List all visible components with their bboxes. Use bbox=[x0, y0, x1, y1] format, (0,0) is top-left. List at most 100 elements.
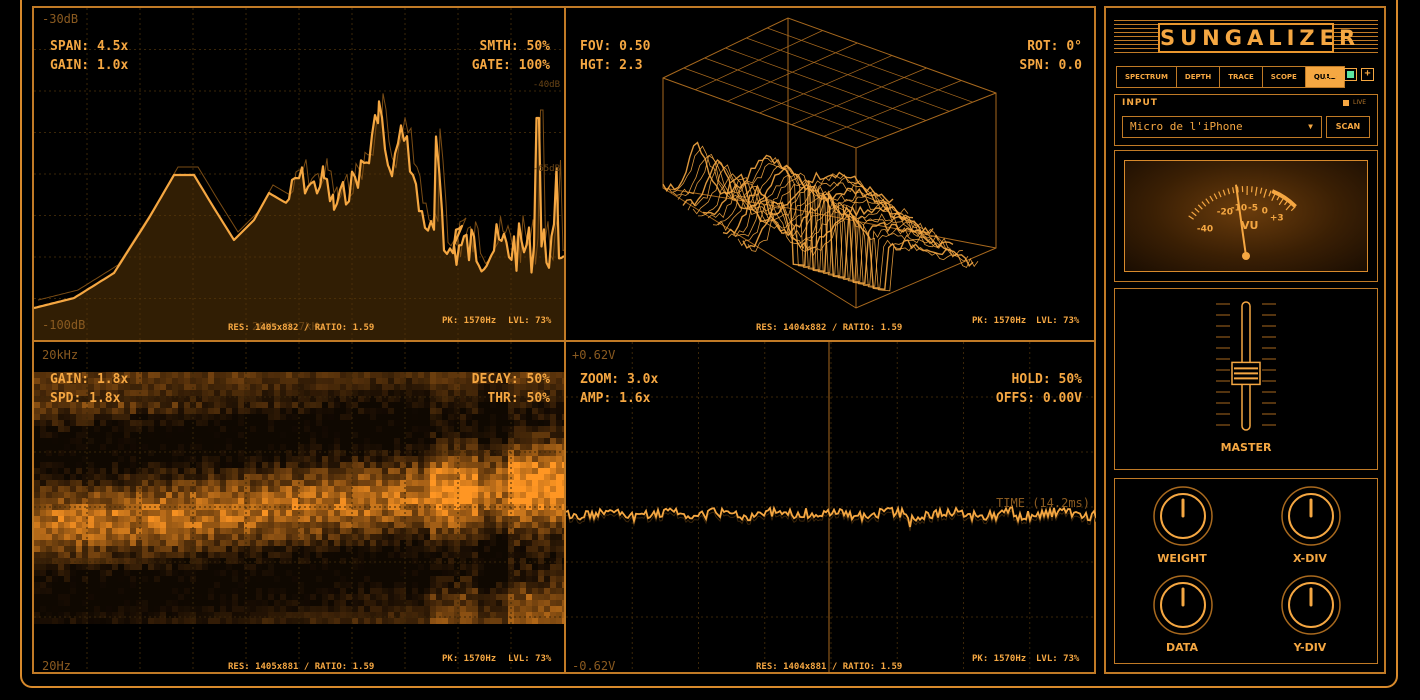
trace-cell bbox=[274, 552, 280, 558]
trace-cell bbox=[310, 534, 316, 540]
trace-cell bbox=[424, 570, 430, 576]
trace-cell bbox=[442, 384, 448, 390]
input-device-select[interactable]: Micro de l'iPhone ▼ bbox=[1122, 116, 1322, 138]
master-fader[interactable] bbox=[1206, 298, 1286, 438]
trace-cell bbox=[346, 540, 352, 546]
trace-cell bbox=[208, 384, 214, 390]
depth-rot: ROT: 0° bbox=[1027, 39, 1082, 54]
trace-cell bbox=[226, 444, 232, 450]
trace-cell bbox=[262, 390, 268, 396]
tab-depth[interactable]: DEPTH bbox=[1177, 67, 1221, 87]
y-div-knob[interactable] bbox=[1280, 574, 1342, 636]
trace-cell bbox=[238, 516, 244, 522]
trace-cell bbox=[556, 456, 562, 462]
trace-cell bbox=[148, 606, 154, 612]
scope-amp: AMP: 1.6x bbox=[580, 391, 651, 406]
weight-knob[interactable] bbox=[1152, 485, 1214, 547]
trace-cell bbox=[544, 408, 550, 414]
trace-cell bbox=[316, 606, 322, 612]
trace-cell bbox=[322, 492, 328, 498]
trace-cell bbox=[40, 474, 46, 480]
trace-cell bbox=[70, 606, 76, 612]
trace-cell bbox=[112, 564, 118, 570]
trace-cell bbox=[214, 414, 220, 420]
trace-cell bbox=[418, 384, 424, 390]
trace-cell bbox=[412, 444, 418, 450]
trace-cell bbox=[124, 528, 130, 534]
trace-cell bbox=[484, 414, 490, 420]
trace-cell bbox=[160, 420, 166, 426]
trace-cell bbox=[418, 528, 424, 534]
trace-cell bbox=[184, 450, 190, 456]
trace-cell bbox=[532, 414, 538, 420]
trace-cell bbox=[106, 414, 112, 420]
trace-cell bbox=[232, 594, 238, 600]
trace-cell bbox=[268, 468, 274, 474]
trace-cell bbox=[208, 528, 214, 534]
trace-cell bbox=[154, 540, 160, 546]
trace-cell bbox=[466, 402, 472, 408]
trace-cell bbox=[424, 378, 430, 384]
trace-cell bbox=[160, 546, 166, 552]
trace-cell bbox=[292, 426, 298, 432]
trace-cell bbox=[280, 528, 286, 534]
trace-cell bbox=[166, 450, 172, 456]
trace-cell bbox=[310, 378, 316, 384]
spectrum-pane[interactable]: -30dB -100dB SPAN: 4.5x GAIN: 1.0x SMTH:… bbox=[34, 8, 564, 340]
trace-cell bbox=[142, 372, 148, 378]
color-swatch-orange[interactable] bbox=[1326, 68, 1339, 81]
x-div-knob[interactable] bbox=[1280, 485, 1342, 547]
trace-cell bbox=[286, 552, 292, 558]
tab-trace[interactable]: TRACE bbox=[1220, 67, 1263, 87]
color-swatch-green[interactable] bbox=[1344, 68, 1357, 81]
trace-cell bbox=[172, 552, 178, 558]
add-color-button[interactable]: + bbox=[1361, 68, 1374, 81]
vu-tick bbox=[1197, 204, 1203, 210]
trace-cell bbox=[148, 594, 154, 600]
trace-cell bbox=[250, 384, 256, 390]
data-knob[interactable] bbox=[1152, 574, 1214, 636]
trace-cell bbox=[316, 600, 322, 606]
trace-cell bbox=[520, 480, 526, 486]
trace-cell bbox=[70, 474, 76, 480]
vu-tick bbox=[1213, 193, 1218, 200]
trace-cell bbox=[196, 456, 202, 462]
trace-cell bbox=[364, 456, 370, 462]
trace-cell bbox=[502, 510, 508, 516]
trace-cell bbox=[100, 426, 106, 432]
vu-tick bbox=[1254, 186, 1258, 196]
trace-bottom-freq: 20Hz bbox=[42, 659, 71, 673]
tab-spectrum[interactable]: SPECTRUM bbox=[1117, 67, 1177, 87]
trace-cell bbox=[76, 486, 82, 492]
live-label: LIVE bbox=[1353, 99, 1367, 106]
scan-button[interactable]: SCAN bbox=[1326, 116, 1370, 138]
trace-cell bbox=[262, 426, 268, 432]
trace-cell bbox=[382, 570, 388, 576]
trace-cell bbox=[502, 540, 508, 546]
trace-cell bbox=[424, 408, 430, 414]
trace-cell bbox=[214, 594, 220, 600]
trace-cell bbox=[556, 384, 562, 390]
trace-cell bbox=[226, 486, 232, 492]
trace-cell bbox=[178, 540, 184, 546]
trace-cell bbox=[382, 582, 388, 588]
trace-cell bbox=[160, 438, 166, 444]
scope-pane[interactable]: +0.62V -0.62V ZOOM: 3.0x AMP: 1.6x HOLD:… bbox=[566, 342, 1096, 674]
trace-cell bbox=[142, 456, 148, 462]
depth-pane[interactable]: FOV: 0.50 HGT: 2.3 ROT: 0° SPN: 0.0 RES:… bbox=[566, 8, 1096, 340]
trace-cell bbox=[280, 384, 286, 390]
trace-pane[interactable]: 20kHz 20Hz GAIN: 1.8x SPD: 1.8x DECAY: 5… bbox=[34, 342, 564, 674]
trace-cell bbox=[172, 564, 178, 570]
tab-scope[interactable]: SCOPE bbox=[1263, 67, 1306, 87]
trace-cell bbox=[208, 516, 214, 522]
trace-cell bbox=[130, 426, 136, 432]
vu-scale-label: +3 bbox=[1270, 214, 1284, 224]
trace-cell bbox=[484, 468, 490, 474]
trace-cell bbox=[238, 438, 244, 444]
trace-cell bbox=[304, 450, 310, 456]
trace-cell bbox=[364, 600, 370, 606]
trace-cell bbox=[232, 468, 238, 474]
trace-cell bbox=[100, 510, 106, 516]
trace-cell bbox=[112, 528, 118, 534]
trace-cell bbox=[226, 594, 232, 600]
